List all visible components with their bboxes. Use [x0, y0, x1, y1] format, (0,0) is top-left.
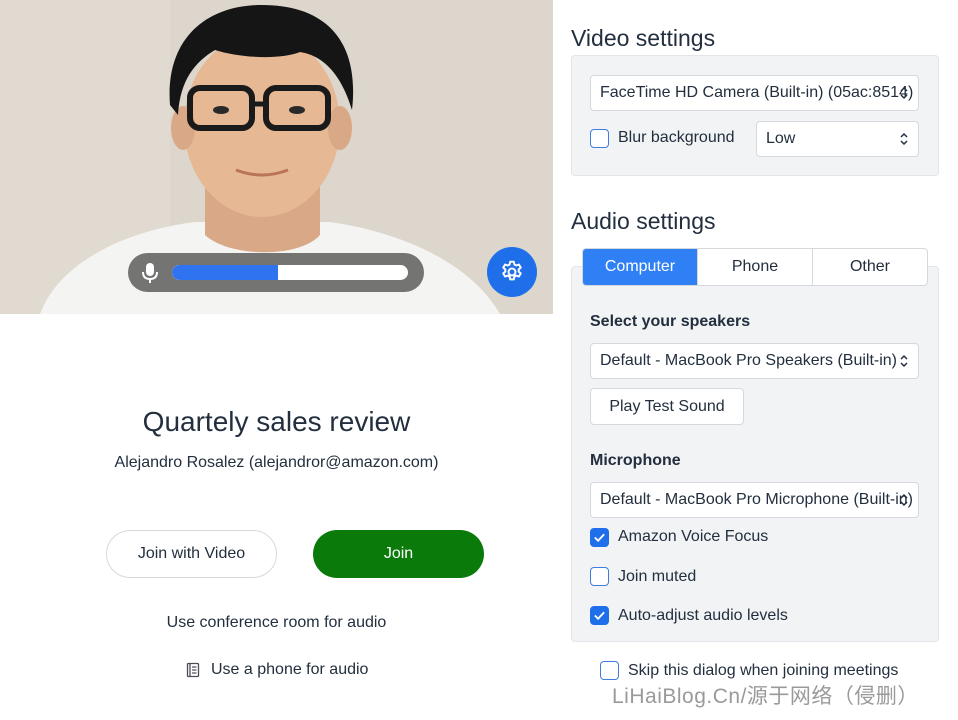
chevron-updown-icon — [900, 86, 908, 100]
audio-source-tabs: Computer Phone Other — [582, 248, 928, 286]
join-with-video-button[interactable]: Join with Video — [106, 530, 277, 578]
tab-computer[interactable]: Computer — [583, 249, 698, 285]
tab-phone[interactable]: Phone — [698, 249, 813, 285]
camera-select-value: FaceTime HD Camera (Built-in) (05ac:8514… — [600, 84, 914, 101]
watermark: LiHaiBlog.Cn/源于网络（侵删） — [612, 685, 919, 708]
auto-adjust-checkbox[interactable] — [590, 606, 609, 625]
meeting-title: Quartely sales review — [142, 406, 411, 437]
speakers-select[interactable]: Default - MacBook Pro Speakers (Built-in… — [590, 343, 919, 379]
phone-audio-label: Use a phone for audio — [211, 661, 369, 678]
blur-background-label: Blur background — [618, 129, 735, 146]
skip-dialog-label: Skip this dialog when joining meetings — [628, 662, 899, 679]
mic-level-fill — [172, 265, 279, 280]
join-button[interactable]: Join — [313, 530, 484, 578]
conference-room-audio-link[interactable]: Use conference room for audio — [0, 614, 553, 632]
microphone-select[interactable]: Default - MacBook Pro Microphone (Built-… — [590, 482, 919, 518]
voice-focus-checkbox[interactable] — [590, 528, 609, 547]
microphone-select-value: Default - MacBook Pro Microphone (Built-… — [600, 491, 914, 508]
mic-level-track — [172, 265, 408, 280]
speakers-label: Select your speakers — [590, 313, 751, 330]
blur-background-checkbox[interactable] — [590, 129, 609, 148]
play-test-sound-button[interactable]: Play Test Sound — [590, 388, 744, 425]
meeting-host: Alejandro Rosalez (alejandror@amazon.com… — [114, 454, 439, 471]
phone-book-icon — [186, 662, 200, 678]
gear-icon — [502, 260, 522, 281]
auto-adjust-label: Auto-adjust audio levels — [618, 607, 788, 624]
tab-other[interactable]: Other — [813, 249, 927, 285]
chevron-updown-icon — [900, 493, 908, 507]
video-settings-title: Video settings — [571, 25, 716, 51]
video-settings-panel — [571, 55, 939, 176]
chevron-updown-icon — [900, 132, 908, 146]
checkmark-icon — [594, 611, 605, 621]
join-muted-checkbox[interactable] — [590, 567, 609, 586]
microphone-icon — [142, 263, 158, 283]
checkmark-icon — [594, 533, 605, 543]
video-settings-button[interactable] — [487, 247, 537, 297]
camera-select[interactable]: FaceTime HD Camera (Built-in) (05ac:8514… — [590, 75, 919, 111]
blur-level-value: Low — [766, 130, 796, 147]
video-preview — [0, 0, 553, 314]
chevron-updown-icon — [900, 354, 908, 368]
audio-settings-title: Audio settings — [571, 208, 716, 234]
voice-focus-label: Amazon Voice Focus — [618, 528, 769, 545]
blur-level-select[interactable]: Low — [756, 121, 919, 157]
speakers-select-value: Default - MacBook Pro Speakers (Built-in… — [600, 352, 897, 369]
join-muted-label: Join muted — [618, 568, 697, 585]
mic-level-meter — [128, 253, 424, 292]
skip-dialog-checkbox[interactable] — [600, 661, 619, 680]
phone-audio-link[interactable]: Use a phone for audio — [185, 661, 368, 679]
microphone-label: Microphone — [590, 452, 681, 469]
